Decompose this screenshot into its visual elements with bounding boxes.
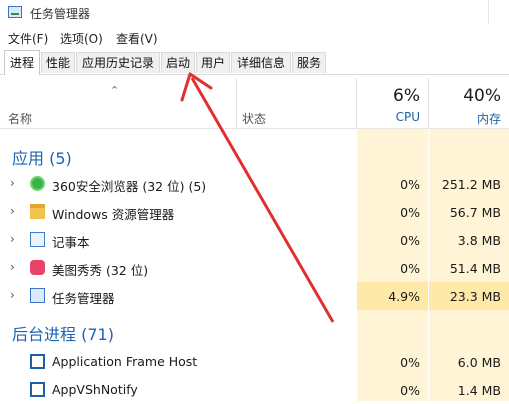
cpu-total: 6%: [393, 86, 420, 106]
window-control[interactable]: [488, 0, 509, 24]
process-name: Windows 资源管理器: [52, 207, 175, 222]
section-apps: 应用 (5): [12, 149, 72, 168]
process-name: 美图秀秀 (32 位): [52, 263, 149, 278]
title-bar: 任务管理器: [0, 0, 509, 26]
memory-value: 1.4 MB: [457, 383, 501, 398]
taskmgr-icon: [30, 288, 45, 303]
expand-chevron-icon[interactable]: ›: [10, 232, 15, 246]
menu-bar: 文件(F) 选项(O) 查看(V): [0, 27, 509, 47]
task-manager-icon: [8, 6, 22, 18]
frame-icon: [30, 382, 45, 397]
cpu-label: CPU: [395, 110, 420, 124]
cpu-value: 0%: [400, 383, 420, 398]
process-row[interactable]: Application Frame Host 0% 6.0 MB: [0, 348, 509, 376]
cpu-value: 0%: [400, 355, 420, 370]
menu-file[interactable]: 文件(F): [8, 30, 48, 47]
tab-performance[interactable]: 性能: [41, 52, 75, 73]
meitu-icon: [30, 260, 45, 275]
tab-app-history[interactable]: 应用历史记录: [76, 52, 160, 73]
memory-total: 40%: [463, 86, 501, 106]
memory-value: 6.0 MB: [457, 355, 501, 370]
cpu-value: 0%: [400, 261, 420, 276]
frame-icon: [30, 354, 45, 369]
cpu-value: 0%: [400, 233, 420, 248]
process-row[interactable]: › 360安全浏览器 (32 位) (5) 0% 251.2 MB: [0, 170, 509, 198]
memory-value: 23.3 MB: [449, 289, 501, 304]
tab-users[interactable]: 用户: [196, 52, 230, 73]
column-name[interactable]: 名称: [8, 110, 32, 127]
process-name: 记事本: [52, 235, 90, 250]
column-status[interactable]: 状态: [242, 110, 266, 127]
tab-strip: 进程 性能 应用历史记录 启动 用户 详细信息 服务: [0, 50, 509, 75]
column-memory[interactable]: 40% 内存: [429, 78, 509, 128]
expand-chevron-icon[interactable]: ›: [10, 204, 15, 218]
notepad-icon: [30, 232, 45, 247]
expand-chevron-icon[interactable]: ›: [10, 260, 15, 274]
process-row[interactable]: › 任务管理器 4.9% 23.3 MB: [0, 282, 509, 310]
column-cpu[interactable]: 6% CPU: [357, 78, 428, 128]
process-name: Application Frame Host: [52, 354, 198, 369]
memory-value: 51.4 MB: [449, 261, 501, 276]
memory-label: 内存: [476, 112, 501, 126]
expand-chevron-icon[interactable]: ›: [10, 288, 15, 302]
process-name: 任务管理器: [52, 291, 115, 306]
tab-services[interactable]: 服务: [292, 52, 326, 73]
memory-value: 3.8 MB: [457, 233, 501, 248]
cpu-value: 0%: [400, 177, 420, 192]
folder-icon: [30, 204, 45, 219]
section-background: 后台进程 (71): [12, 325, 114, 344]
column-divider[interactable]: [236, 78, 237, 128]
cpu-value: 0%: [400, 205, 420, 220]
memory-value: 56.7 MB: [449, 205, 501, 220]
annotation-arrow-head: [180, 72, 213, 102]
sort-caret-icon: ⌃: [110, 84, 120, 97]
menu-view[interactable]: 查看(V): [116, 30, 158, 47]
process-name: AppVShNotify: [52, 382, 138, 397]
expand-chevron-icon[interactable]: ›: [10, 176, 15, 190]
window-title: 任务管理器: [30, 7, 91, 21]
cpu-value: 4.9%: [388, 289, 420, 304]
tab-details[interactable]: 详细信息: [231, 52, 291, 73]
360-browser-icon: [30, 176, 45, 191]
process-row[interactable]: › 美图秀秀 (32 位) 0% 51.4 MB: [0, 254, 509, 282]
process-row[interactable]: › 记事本 0% 3.8 MB: [0, 226, 509, 254]
process-row[interactable]: › Windows 资源管理器 0% 56.7 MB: [0, 198, 509, 226]
menu-options[interactable]: 选项(O): [60, 30, 103, 47]
tab-startup[interactable]: 启动: [161, 52, 195, 73]
tab-processes[interactable]: 进程: [4, 50, 40, 75]
process-row[interactable]: AppVShNotify 0% 1.4 MB: [0, 376, 509, 404]
process-name: 360安全浏览器 (32 位) (5): [52, 179, 207, 194]
memory-value: 251.2 MB: [441, 177, 501, 192]
